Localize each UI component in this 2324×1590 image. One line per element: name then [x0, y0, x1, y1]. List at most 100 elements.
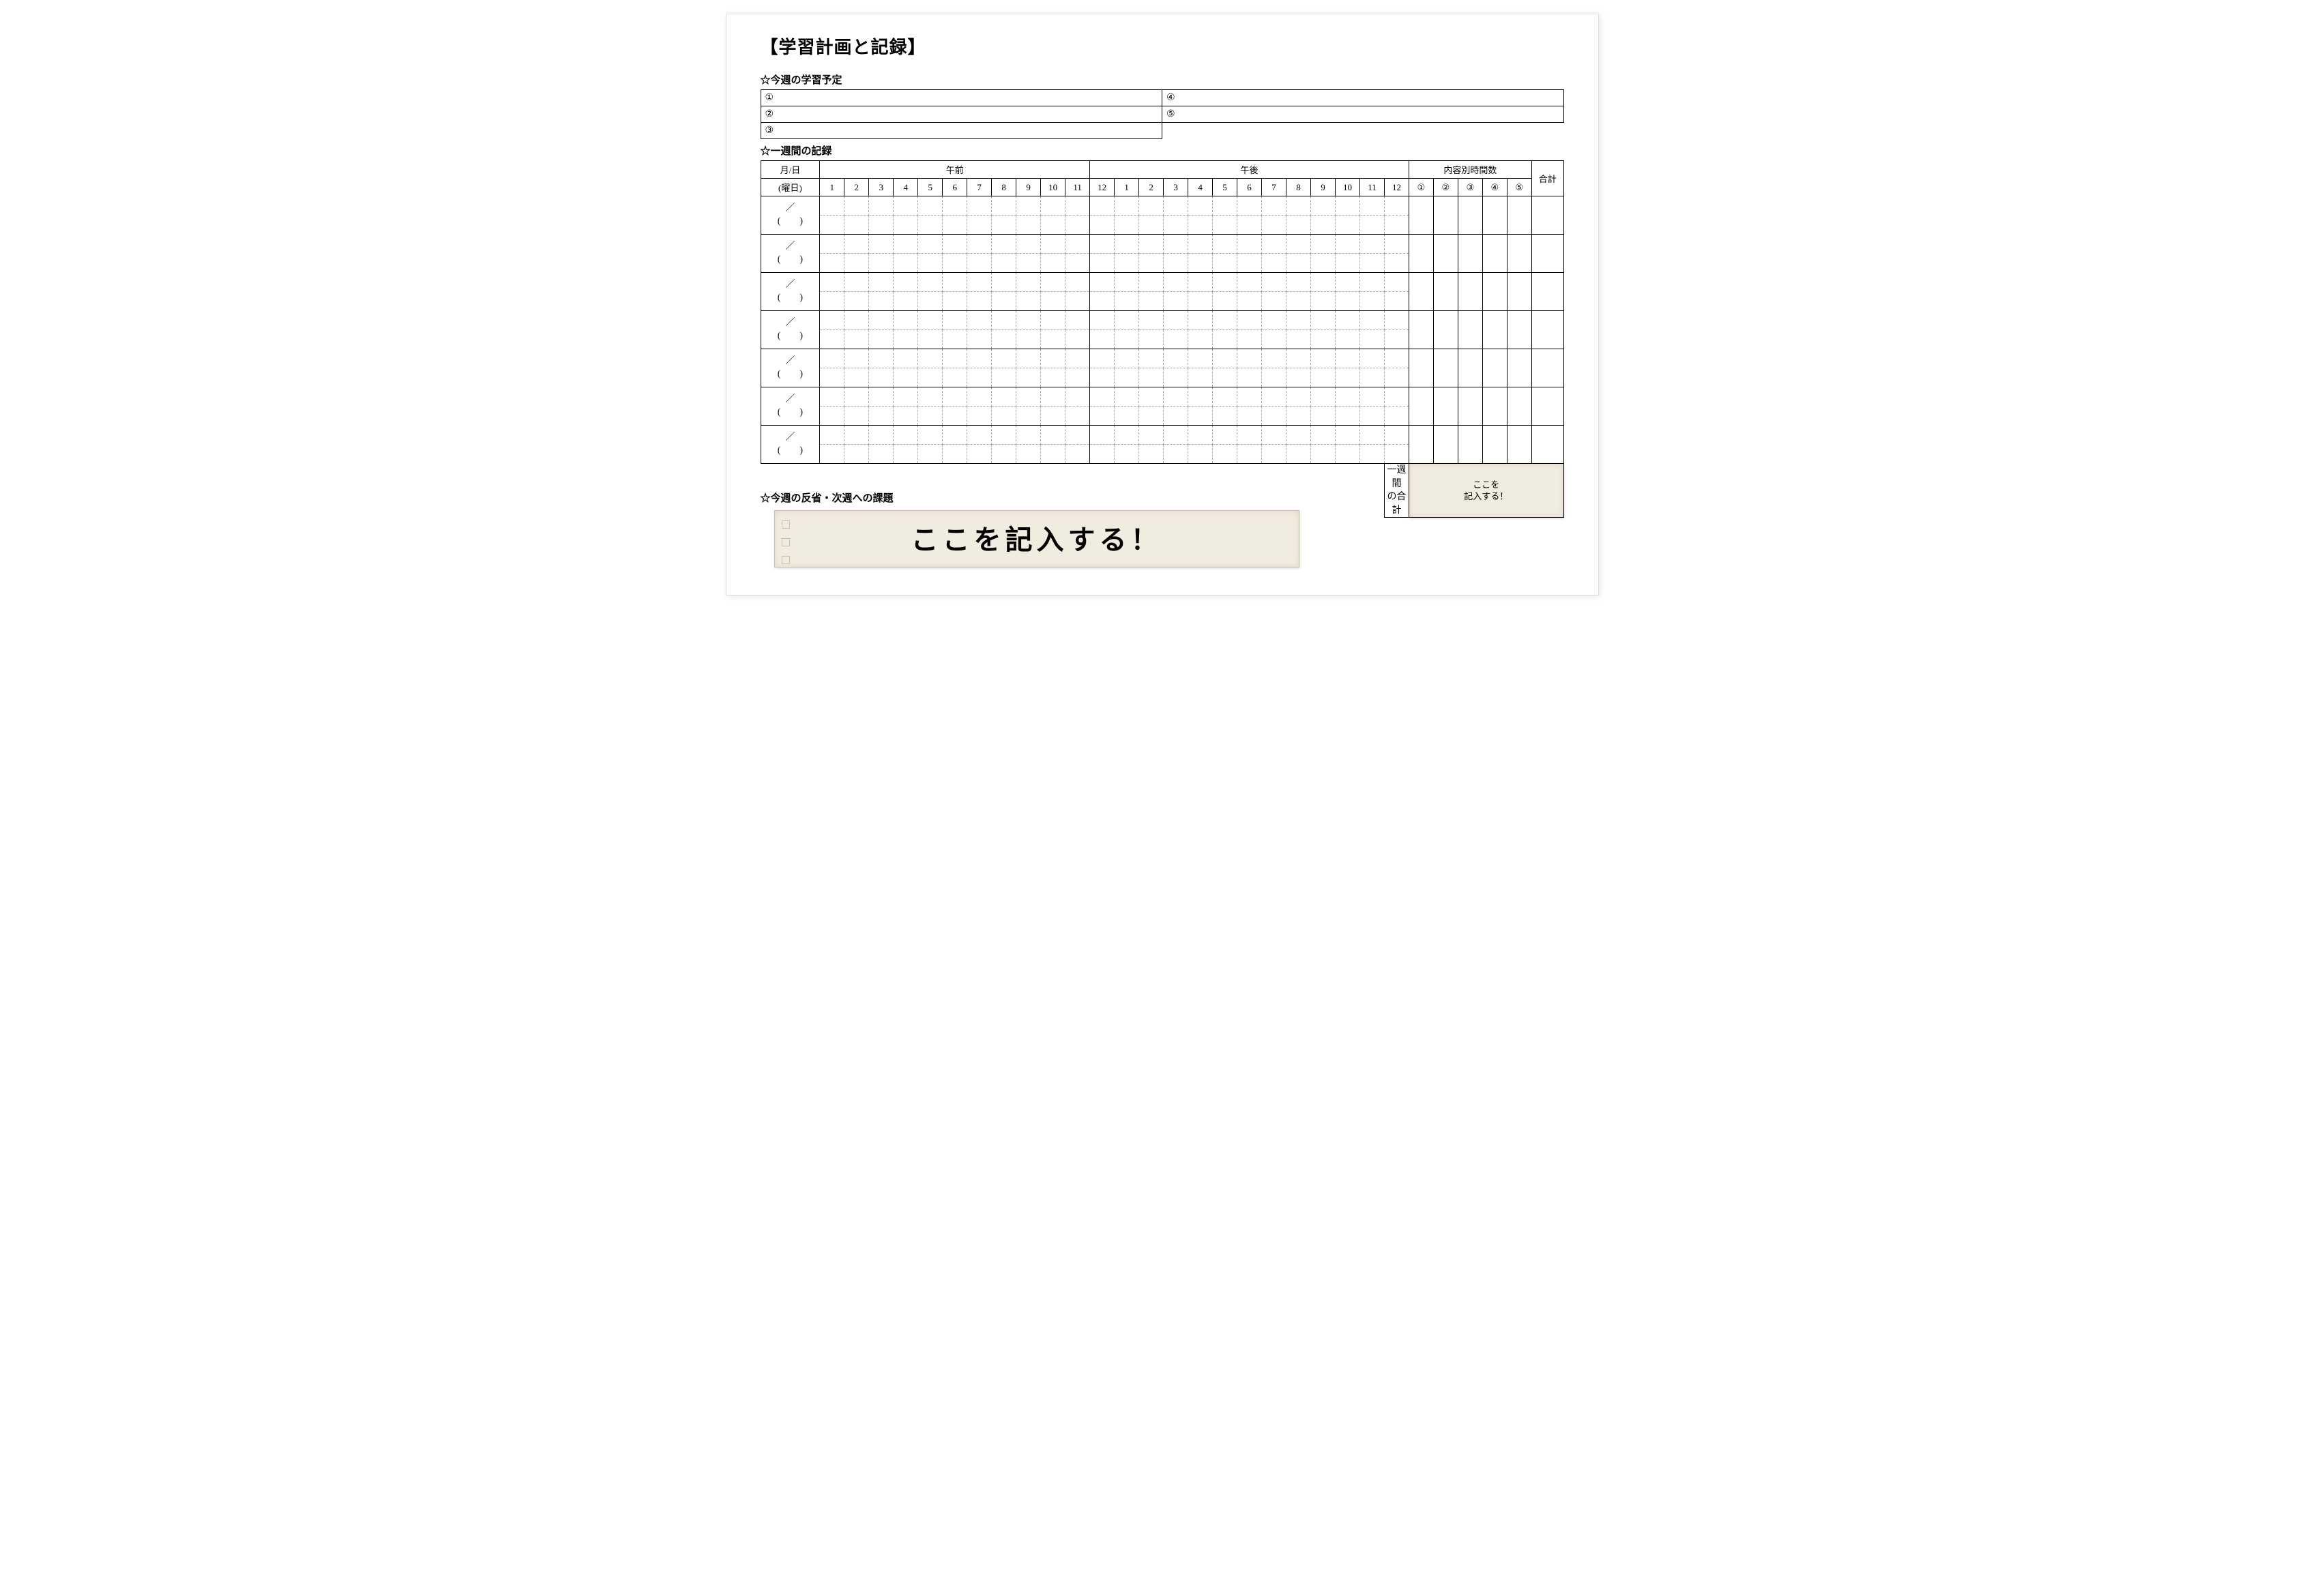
- hour-cell[interactable]: [1335, 254, 1359, 273]
- hour-cell[interactable]: [1335, 387, 1359, 407]
- hour-cell[interactable]: [1016, 311, 1041, 330]
- hour-cell[interactable]: [1359, 387, 1384, 407]
- hour-cell[interactable]: [1115, 426, 1139, 445]
- hour-cell[interactable]: [844, 349, 869, 368]
- hour-cell[interactable]: [1016, 368, 1041, 387]
- hour-cell[interactable]: [918, 349, 943, 368]
- hour-cell[interactable]: [1335, 196, 1359, 216]
- category-cell[interactable]: [1409, 273, 1433, 311]
- hour-cell[interactable]: [1335, 235, 1359, 254]
- hour-cell[interactable]: [918, 196, 943, 216]
- hour-cell[interactable]: [1139, 292, 1164, 311]
- hour-cell[interactable]: [1359, 273, 1384, 292]
- hour-cell[interactable]: [1016, 254, 1041, 273]
- category-cell[interactable]: [1433, 235, 1458, 273]
- hour-cell[interactable]: [1335, 426, 1359, 445]
- hour-cell[interactable]: [1115, 330, 1139, 349]
- hour-cell[interactable]: [1016, 407, 1041, 426]
- plan-cell-3[interactable]: ③: [761, 123, 1162, 139]
- hour-cell[interactable]: [943, 330, 967, 349]
- hour-cell[interactable]: [1139, 235, 1164, 254]
- hour-cell[interactable]: [967, 368, 992, 387]
- category-cell[interactable]: [1433, 311, 1458, 349]
- hour-cell[interactable]: [1016, 426, 1041, 445]
- hour-cell[interactable]: [1262, 445, 1286, 464]
- hour-cell[interactable]: [1164, 387, 1188, 407]
- total-cell[interactable]: [1531, 273, 1563, 311]
- hour-cell[interactable]: [844, 196, 869, 216]
- hour-cell[interactable]: [894, 330, 918, 349]
- hour-cell[interactable]: [1090, 368, 1115, 387]
- category-cell[interactable]: [1433, 387, 1458, 426]
- hour-cell[interactable]: [1164, 426, 1188, 445]
- hour-cell[interactable]: [1115, 273, 1139, 292]
- hour-cell[interactable]: [869, 273, 894, 292]
- hour-cell[interactable]: [1090, 445, 1115, 464]
- hour-cell[interactable]: [1311, 216, 1336, 235]
- hour-cell[interactable]: [1164, 349, 1188, 368]
- hour-cell[interactable]: [1188, 349, 1213, 368]
- hour-cell[interactable]: [844, 292, 869, 311]
- hour-cell[interactable]: [894, 311, 918, 330]
- category-cell[interactable]: [1507, 235, 1531, 273]
- hour-cell[interactable]: [1188, 311, 1213, 330]
- hour-cell[interactable]: [992, 311, 1016, 330]
- hour-cell[interactable]: [1164, 311, 1188, 330]
- hour-cell[interactable]: [1359, 330, 1384, 349]
- hour-cell[interactable]: [1286, 445, 1311, 464]
- hour-cell[interactable]: [1311, 235, 1336, 254]
- hour-cell[interactable]: [1164, 254, 1188, 273]
- category-cell[interactable]: [1507, 349, 1531, 387]
- hour-cell[interactable]: [1139, 273, 1164, 292]
- hour-cell[interactable]: [1262, 235, 1286, 254]
- total-cell[interactable]: [1531, 349, 1563, 387]
- hour-cell[interactable]: [894, 254, 918, 273]
- hour-cell[interactable]: [1335, 311, 1359, 330]
- hour-cell[interactable]: [992, 426, 1016, 445]
- hour-cell[interactable]: [1090, 235, 1115, 254]
- hour-cell[interactable]: [1286, 273, 1311, 292]
- hour-cell[interactable]: [1213, 235, 1237, 254]
- hour-cell[interactable]: [1139, 311, 1164, 330]
- hour-cell[interactable]: [1016, 445, 1041, 464]
- category-cell[interactable]: [1482, 426, 1507, 464]
- hour-cell[interactable]: [869, 292, 894, 311]
- hour-cell[interactable]: [1090, 349, 1115, 368]
- hour-cell[interactable]: [943, 426, 967, 445]
- hour-cell[interactable]: [1188, 235, 1213, 254]
- hour-cell[interactable]: [820, 254, 844, 273]
- hour-cell[interactable]: [1139, 349, 1164, 368]
- hour-cell[interactable]: [1311, 330, 1336, 349]
- hour-cell[interactable]: [967, 196, 992, 216]
- category-cell[interactable]: [1482, 273, 1507, 311]
- day-date-cell[interactable]: ／( ): [761, 235, 820, 273]
- category-cell[interactable]: [1409, 349, 1433, 387]
- category-cell[interactable]: [1507, 387, 1531, 426]
- hour-cell[interactable]: [844, 426, 869, 445]
- hour-cell[interactable]: [1115, 407, 1139, 426]
- hour-cell[interactable]: [869, 311, 894, 330]
- hour-cell[interactable]: [1213, 292, 1237, 311]
- hour-cell[interactable]: [820, 216, 844, 235]
- hour-cell[interactable]: [918, 387, 943, 407]
- hour-cell[interactable]: [1286, 349, 1311, 368]
- day-date-cell[interactable]: ／( ): [761, 349, 820, 387]
- hour-cell[interactable]: [1188, 368, 1213, 387]
- hour-cell[interactable]: [1065, 292, 1090, 311]
- hour-cell[interactable]: [1237, 216, 1262, 235]
- total-cell[interactable]: [1531, 311, 1563, 349]
- hour-cell[interactable]: [967, 235, 992, 254]
- hour-cell[interactable]: [1262, 330, 1286, 349]
- hour-cell[interactable]: [869, 235, 894, 254]
- hour-cell[interactable]: [1090, 216, 1115, 235]
- hour-cell[interactable]: [1164, 292, 1188, 311]
- category-cell[interactable]: [1409, 235, 1433, 273]
- hour-cell[interactable]: [1041, 330, 1065, 349]
- hour-cell[interactable]: [844, 235, 869, 254]
- hour-cell[interactable]: [894, 273, 918, 292]
- hour-cell[interactable]: [967, 216, 992, 235]
- hour-cell[interactable]: [1139, 254, 1164, 273]
- hour-cell[interactable]: [1335, 216, 1359, 235]
- hour-cell[interactable]: [1188, 407, 1213, 426]
- checkbox-icon[interactable]: [782, 538, 790, 546]
